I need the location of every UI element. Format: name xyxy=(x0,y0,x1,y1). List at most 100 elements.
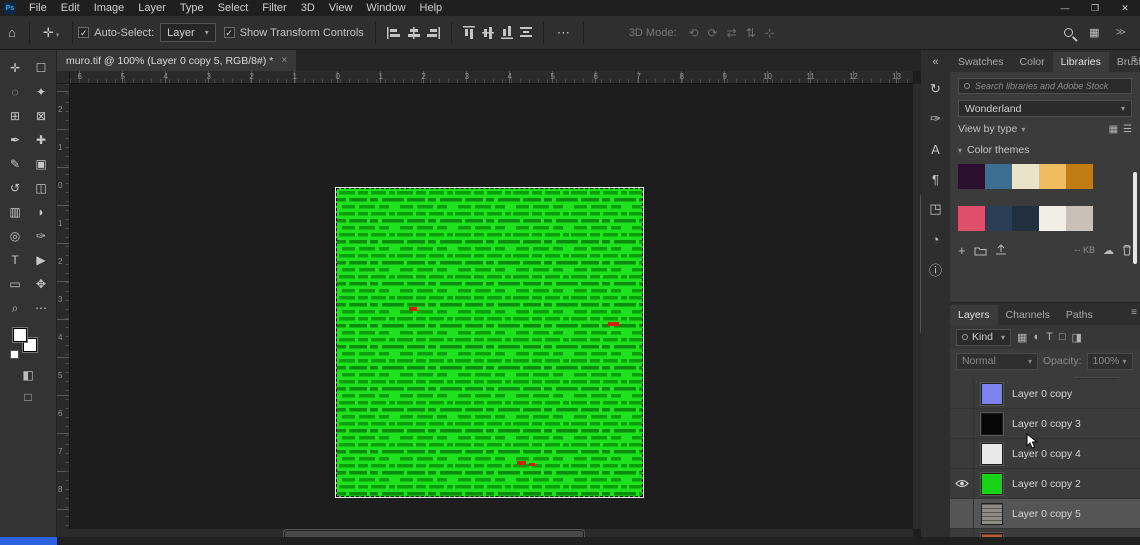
tab-layers[interactable]: Layers xyxy=(950,305,998,325)
upload-icon[interactable] xyxy=(995,244,1007,256)
tab-close-icon[interactable]: × xyxy=(281,55,287,66)
align-left-icon[interactable] xyxy=(387,27,400,39)
horizontal-scrollbar[interactable] xyxy=(57,529,913,537)
canvas-viewport[interactable] xyxy=(70,84,913,529)
tab-paths[interactable]: Paths xyxy=(1058,305,1101,325)
trash-icon[interactable] xyxy=(1122,244,1132,256)
shape-tool[interactable]: ▭ xyxy=(2,272,28,296)
blur-tool[interactable]: ◗ xyxy=(28,200,54,224)
dodge-tool[interactable]: ◎ xyxy=(2,224,28,248)
library-search-input[interactable]: Search libraries and Adobe Stock xyxy=(958,78,1132,94)
layer-name[interactable]: Layer 0 copy 5 xyxy=(1012,508,1081,520)
healing-brush-tool[interactable]: ✚ xyxy=(28,128,54,152)
3d-panel-icon[interactable]: ◳ xyxy=(925,198,947,220)
library-dropdown[interactable]: Wonderland▾ xyxy=(958,100,1132,117)
lasso-tool[interactable]: ◌ xyxy=(2,80,28,104)
menu-edit[interactable]: Edit xyxy=(54,0,87,16)
canvas-image-selection[interactable] xyxy=(336,188,643,497)
align-middle-icon[interactable] xyxy=(482,26,494,39)
minimize-button[interactable]: — xyxy=(1050,0,1080,16)
cloud-sync-icon[interactable]: ☁ xyxy=(1103,244,1114,257)
color-swatch[interactable] xyxy=(1012,164,1039,189)
grid-view-icon[interactable]: ▦ xyxy=(1109,124,1118,135)
show-transform-checkbox[interactable]: ✓ xyxy=(224,27,235,38)
color-swatch[interactable] xyxy=(958,164,985,189)
color-swatch[interactable] xyxy=(1039,206,1066,231)
close-button[interactable]: ✕ xyxy=(1110,0,1140,16)
color-swatch[interactable] xyxy=(985,164,1012,189)
layer-thumbnail[interactable] xyxy=(981,503,1003,525)
layer-row[interactable]: Layer 0 copy 2 xyxy=(950,469,1140,499)
layer-name[interactable]: Layer 0 copy 2 xyxy=(1012,478,1081,490)
visibility-toggle[interactable] xyxy=(950,499,974,529)
search-icon[interactable] xyxy=(1064,28,1073,37)
visibility-toggle[interactable] xyxy=(950,439,974,469)
eraser-tool[interactable]: ◫ xyxy=(28,176,54,200)
panel-menu-icon[interactable]: ≡ xyxy=(1131,54,1137,65)
path-selection-tool[interactable]: ▶ xyxy=(28,248,54,272)
add-library-item-icon[interactable]: + xyxy=(958,243,966,258)
restore-button[interactable]: ❐ xyxy=(1080,0,1110,16)
distribute-icon[interactable] xyxy=(520,26,532,39)
history-panel-icon[interactable]: ↻ xyxy=(925,78,947,100)
color-themes-section-header[interactable]: ▾Color themes xyxy=(958,144,1132,156)
opacity-input[interactable]: 100%▾ xyxy=(1087,353,1133,370)
brush-settings-panel-icon[interactable]: ✑ xyxy=(925,108,947,130)
screen-mode-icon[interactable]: □ xyxy=(24,390,31,404)
brush-tool[interactable]: ✎ xyxy=(2,152,28,176)
filter-smart-objects-icon[interactable]: ◨ xyxy=(1071,331,1081,344)
filter-pixel-layers-icon[interactable]: ▦ xyxy=(1017,331,1027,344)
menu-filter[interactable]: Filter xyxy=(255,0,293,16)
filter-shape-layers-icon[interactable]: □ xyxy=(1059,331,1066,343)
quick-selection-tool[interactable]: ✦ xyxy=(28,80,54,104)
home-icon[interactable]: ⌂ xyxy=(0,25,24,40)
visibility-toggle[interactable] xyxy=(950,469,974,499)
frame-tool[interactable]: ⊠ xyxy=(28,104,54,128)
color-swatch[interactable] xyxy=(1066,206,1093,231)
tab-color[interactable]: Color xyxy=(1012,52,1053,72)
color-swatch[interactable] xyxy=(958,206,985,231)
layer-row[interactable]: Layer 0 copy 5 xyxy=(950,499,1140,529)
layer-name[interactable]: Layer 0 copy xyxy=(1012,388,1072,400)
layer-row[interactable]: Layer 0 copy 4 xyxy=(950,439,1140,469)
libraries-scrollbar[interactable] xyxy=(1133,172,1137,264)
3d-scale-icon[interactable]: ⊹ xyxy=(765,26,775,40)
color-swatch[interactable] xyxy=(1012,206,1039,231)
tab-libraries[interactable]: Libraries xyxy=(1053,52,1109,72)
edit-toolbar-icon[interactable]: ⋯ xyxy=(28,296,54,320)
auto-select-checkbox[interactable]: ✓ xyxy=(78,27,89,38)
info-panel-icon[interactable]: ⓘ xyxy=(925,258,947,280)
more-options-icon[interactable]: ⋯ xyxy=(549,25,578,41)
menu-help[interactable]: Help xyxy=(413,0,450,16)
character-panel-icon[interactable]: A xyxy=(925,138,947,160)
menu-3d[interactable]: 3D xyxy=(294,0,322,16)
default-colors-icon[interactable] xyxy=(10,350,19,359)
clone-stamp-tool[interactable]: ▣ xyxy=(28,152,54,176)
quick-mask-icon[interactable]: ◧ xyxy=(22,368,33,382)
view-by-dropdown[interactable]: View by type▾ ▦ ☰ xyxy=(958,123,1132,135)
layer-name[interactable]: Layer 0 copy 3 xyxy=(1012,418,1081,430)
color-swatch[interactable] xyxy=(1066,164,1093,189)
layer-row[interactable]: Layer 0 xyxy=(950,529,1140,537)
gradient-tool[interactable]: ▥ xyxy=(2,200,28,224)
menu-layer[interactable]: Layer xyxy=(131,0,173,16)
layer-thumbnail[interactable] xyxy=(981,383,1003,405)
chevrons-icon[interactable]: ≫ xyxy=(1116,27,1126,38)
menu-type[interactable]: Type xyxy=(173,0,211,16)
layer-thumbnail[interactable] xyxy=(981,473,1003,495)
zoom-tool[interactable]: ⌕ xyxy=(2,296,28,320)
layer-thumbnail[interactable] xyxy=(981,413,1003,435)
align-top-icon[interactable] xyxy=(463,26,475,39)
move-tool-icon[interactable]: ✛ ▾ xyxy=(35,25,67,41)
collapse-panels-icon[interactable]: « xyxy=(932,56,938,68)
visibility-toggle[interactable] xyxy=(950,409,974,439)
align-bottom-icon[interactable] xyxy=(501,26,513,39)
blend-mode-dropdown[interactable]: Normal▾ xyxy=(956,353,1038,370)
type-tool[interactable]: T xyxy=(2,248,28,272)
visibility-toggle[interactable] xyxy=(950,529,974,538)
pen-tool[interactable]: ✑ xyxy=(28,224,54,248)
foreground-color-swatch[interactable] xyxy=(13,328,27,342)
layer-row[interactable]: Layer 0 copy xyxy=(950,379,1140,409)
align-right-icon[interactable] xyxy=(427,27,440,39)
crop-tool[interactable]: ⊞ xyxy=(2,104,28,128)
